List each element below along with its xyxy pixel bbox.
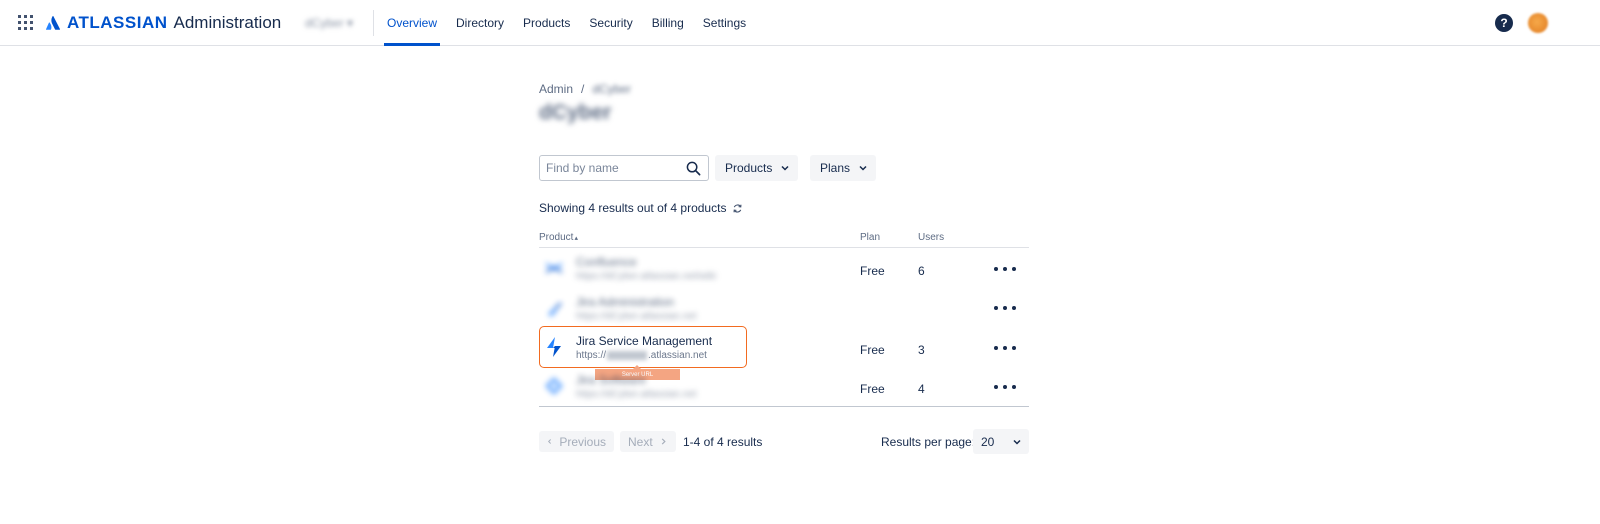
nav-billing[interactable]: Billing	[649, 0, 687, 46]
column-header-product-label: Product	[539, 232, 574, 243]
plans-filter-label: Plans	[820, 161, 851, 175]
users-cell: 3	[918, 343, 925, 357]
breadcrumb-organization[interactable]: dCyber	[592, 82, 631, 96]
users-cell: 4	[918, 382, 925, 396]
organization-switcher[interactable]: dCyber ▾	[305, 16, 353, 30]
chevron-down-icon	[781, 165, 789, 171]
previous-page-label: Previous	[559, 434, 606, 449]
avatar[interactable]	[1528, 13, 1548, 33]
results-summary-text: Showing 4 results out of 4 products	[539, 201, 727, 215]
column-header-users: Users	[918, 232, 945, 243]
column-header-product[interactable]: Product▴	[539, 232, 578, 243]
previous-page-button[interactable]: Previous	[539, 431, 614, 452]
results-per-page-select[interactable]: 20	[973, 429, 1029, 454]
highlight-annotation-box	[539, 326, 747, 368]
nav-overview[interactable]: Overview	[384, 0, 441, 46]
users-cell: 6	[918, 264, 925, 278]
search-icon[interactable]	[686, 161, 701, 176]
chevron-left-icon	[548, 439, 551, 444]
product-name[interactable]: Jira Administration	[576, 295, 674, 309]
breadcrumb-separator: /	[581, 82, 585, 96]
chevron-down-icon	[859, 165, 867, 171]
atlassian-mark-icon	[45, 15, 61, 30]
nav-products[interactable]: Products	[520, 0, 573, 46]
column-header-plan: Plan	[860, 232, 881, 243]
more-actions-icon[interactable]	[994, 381, 1016, 393]
confluence-icon	[546, 262, 562, 274]
product-url[interactable]: https://dCyber.atlassian.net	[576, 311, 697, 322]
brand-subtitle: Administration	[173, 13, 282, 32]
jira-software-icon	[545, 377, 563, 395]
main-nav: Overview Directory Products Security Bil…	[384, 0, 762, 46]
top-navigation-bar: ATLASSIAN Administration dCyber ▾ Overvi…	[0, 0, 1600, 46]
results-per-page-label: Results per page:	[881, 435, 976, 449]
organization-name: dCyber	[305, 16, 344, 30]
atlassian-logo[interactable]: ATLASSIAN Administration	[45, 12, 281, 34]
more-actions-icon[interactable]	[994, 263, 1016, 275]
nav-settings[interactable]: Settings	[700, 0, 749, 46]
help-icon[interactable]: ?	[1495, 14, 1513, 32]
chevron-right-icon	[661, 438, 666, 445]
table-bottom-divider	[539, 406, 1029, 407]
plan-cell: Free	[860, 343, 885, 357]
jira-admin-icon	[548, 302, 562, 317]
product-url[interactable]: https://dCyber.atlassian.net/wiki	[576, 271, 716, 282]
table-row: Confluence https://dCyber.atlassian.net/…	[539, 249, 1029, 289]
nav-security[interactable]: Security	[586, 0, 635, 46]
brand-name: ATLASSIAN	[67, 13, 168, 32]
breadcrumb-admin[interactable]: Admin	[539, 82, 573, 96]
next-page-label: Next	[628, 434, 653, 449]
product-url[interactable]: https://dCyber.atlassian.net	[576, 389, 697, 400]
search-field[interactable]	[539, 155, 709, 181]
product-name[interactable]: Jira Software	[576, 373, 646, 387]
nav-divider	[373, 10, 374, 36]
products-filter-button[interactable]: Products	[715, 155, 799, 181]
results-per-page-value: 20	[981, 434, 995, 449]
plan-cell: Free	[860, 382, 885, 396]
next-page-button[interactable]: Next	[620, 431, 676, 452]
breadcrumb: Admin / dCyber	[539, 82, 631, 96]
results-summary: Showing 4 results out of 4 products	[539, 201, 743, 215]
more-actions-icon[interactable]	[994, 342, 1016, 354]
search-input[interactable]	[546, 160, 681, 176]
products-filter-label: Products	[725, 161, 773, 175]
product-name[interactable]: Confluence	[576, 255, 637, 269]
table-row: Jira Administration https://dCyber.atlas…	[539, 289, 1029, 329]
plans-filter-button[interactable]: Plans	[810, 155, 877, 181]
more-actions-icon[interactable]	[994, 302, 1016, 314]
chevron-down-icon	[1013, 439, 1021, 445]
app-switcher-grid-icon[interactable]	[18, 15, 33, 30]
plan-cell: Free	[860, 264, 885, 278]
pagination-info: 1-4 of 4 results	[683, 435, 763, 449]
table-row: Jira Software https://dCyber.atlassian.n…	[539, 367, 1029, 407]
nav-directory[interactable]: Directory	[453, 0, 507, 46]
table-header-divider	[539, 247, 1029, 248]
refresh-icon[interactable]	[732, 203, 743, 214]
page-title: dCyber	[539, 101, 612, 124]
sort-ascending-icon: ▴	[574, 235, 578, 242]
